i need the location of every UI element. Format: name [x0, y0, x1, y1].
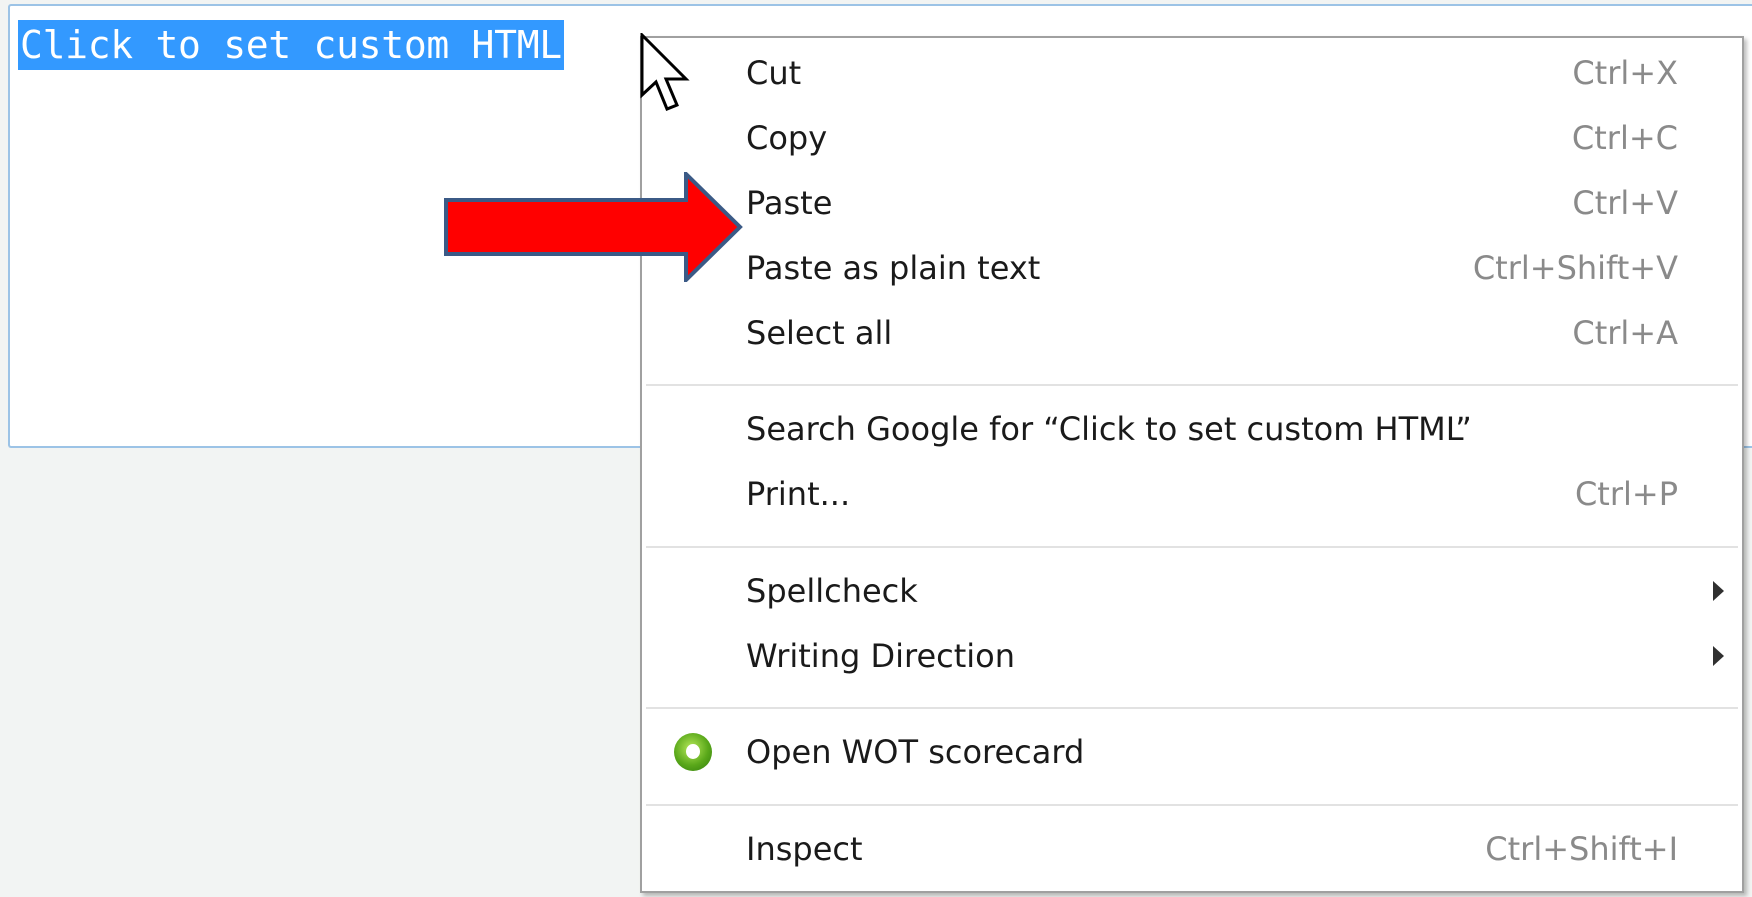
menu-item-select-all[interactable]: Select all Ctrl+A [642, 300, 1742, 365]
mouse-cursor-icon [640, 33, 690, 111]
menu-item-cut[interactable]: Cut Ctrl+X [642, 40, 1742, 105]
menu-item-label: Open WOT scorecard [746, 732, 1085, 771]
menu-item-open-wot-scorecard[interactable]: Open WOT scorecard [642, 719, 1742, 784]
menu-item-search-google[interactable]: Search Google for “Click to set custom H… [642, 396, 1742, 461]
selected-text[interactable]: Click to set custom HTML [18, 20, 564, 70]
menu-separator [646, 384, 1738, 386]
menu-item-label: Print... [746, 474, 851, 513]
menu-item-shortcut: Ctrl+P [1574, 474, 1678, 513]
menu-item-shortcut: Ctrl+X [1572, 53, 1678, 92]
wot-icon [674, 732, 712, 771]
menu-item-label: Cut [746, 53, 802, 92]
menu-item-shortcut: Ctrl+C [1571, 118, 1678, 157]
menu-item-spellcheck[interactable]: Spellcheck [642, 558, 1742, 623]
menu-separator [646, 546, 1738, 548]
menu-item-paste-plain-text[interactable]: Paste as plain text Ctrl+Shift+V [642, 235, 1742, 300]
menu-item-label: Copy [746, 118, 828, 157]
menu-item-paste[interactable]: Paste Ctrl+V [642, 170, 1742, 235]
menu-item-shortcut: Ctrl+Shift+V [1472, 248, 1678, 287]
menu-item-label: Spellcheck [746, 571, 918, 610]
menu-separator [646, 707, 1738, 709]
menu-item-label: Paste [746, 183, 833, 222]
submenu-arrow-icon [1713, 645, 1724, 666]
menu-item-shortcut: Ctrl+Shift+I [1485, 829, 1678, 868]
menu-item-shortcut: Ctrl+A [1572, 313, 1678, 352]
menu-item-label: Paste as plain text [746, 248, 1041, 287]
menu-item-writing-direction[interactable]: Writing Direction [642, 623, 1742, 688]
menu-item-print[interactable]: Print... Ctrl+P [642, 461, 1742, 526]
menu-item-label: Inspect [746, 829, 863, 868]
annotation-arrow-icon [444, 172, 743, 282]
menu-item-shortcut: Ctrl+V [1572, 183, 1678, 222]
menu-item-label: Writing Direction [746, 636, 1016, 675]
menu-item-label: Select all [746, 313, 893, 352]
context-menu: Cut Ctrl+X Copy Ctrl+C Paste Ctrl+V Past… [640, 36, 1744, 893]
menu-separator [646, 804, 1738, 806]
submenu-arrow-icon [1713, 580, 1724, 601]
menu-item-inspect[interactable]: Inspect Ctrl+Shift+I [642, 816, 1742, 881]
menu-item-copy[interactable]: Copy Ctrl+C [642, 105, 1742, 170]
menu-item-label: Search Google for “Click to set custom H… [746, 409, 1472, 448]
